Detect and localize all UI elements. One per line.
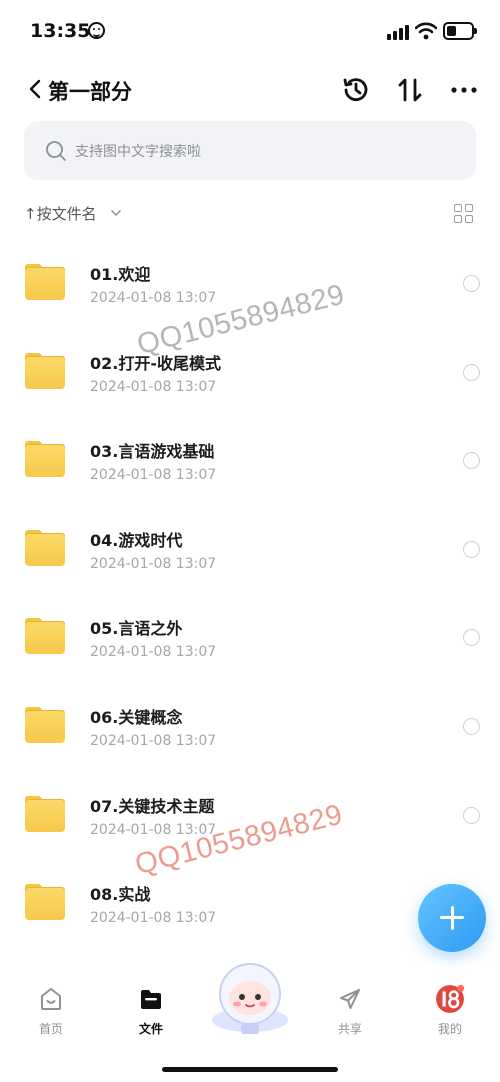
status-time: 13:35 — [30, 20, 91, 42]
sort-by-name-button[interactable]: ↑按文件名 — [24, 203, 97, 224]
folder-name: 06.关键概念 — [90, 707, 183, 727]
folder-date: 2024-01-08 13:07 — [90, 378, 217, 395]
cellular-signal-icon — [387, 24, 409, 40]
status-bar: 13:35 — [0, 0, 500, 64]
nav-files-label: 文件 — [138, 1022, 163, 1036]
nav-home-label: 首页 — [38, 1022, 63, 1036]
folder-name: 01.欢迎 — [90, 265, 151, 284]
nav-mine[interactable]: 我的 — [415, 984, 485, 1040]
chevron-down-icon[interactable] — [110, 207, 122, 219]
search-placeholder: 支持图中文字搜索啦 — [75, 144, 201, 160]
history-icon[interactable] — [340, 74, 372, 106]
folder-icon — [25, 706, 65, 743]
nav-share-label: 共享 — [337, 1022, 362, 1036]
search-input[interactable]: 支持图中文字搜索啦 — [24, 121, 476, 180]
sort-icon[interactable] — [394, 74, 426, 106]
nav-share[interactable]: 共享 — [315, 984, 385, 1040]
more-icon[interactable] — [448, 74, 480, 106]
avatar — [436, 984, 465, 1013]
select-radio[interactable] — [463, 363, 480, 381]
home-icon — [41, 988, 61, 1010]
folder-row[interactable]: 04.游戏时代 2024-01-08 13:07 — [0, 504, 500, 593]
grid-view-icon[interactable] — [454, 204, 474, 224]
folder-date: 2024-01-08 13:07 — [90, 290, 217, 306]
select-radio[interactable] — [463, 806, 480, 824]
send-icon — [340, 989, 360, 1009]
select-radio[interactable] — [463, 452, 480, 470]
folder-icon — [25, 352, 65, 389]
folder-name: 02.打开-收尾模式 — [90, 353, 221, 373]
nav-mine-label: 我的 — [437, 1022, 462, 1036]
folder-date: 2024-01-08 13:07 — [90, 467, 217, 484]
folder-name: 08.实战 — [90, 885, 151, 905]
folder-name: 07.关键技术主题 — [90, 796, 215, 816]
bottom-nav: 首页 文件 共享 我的 — [0, 960, 500, 1082]
sort-row: ↑按文件名 — [24, 202, 476, 226]
add-button[interactable] — [418, 884, 486, 952]
folder-name: 04.游戏时代 — [90, 530, 183, 550]
select-radio[interactable] — [463, 540, 480, 558]
folder-icon — [25, 529, 65, 566]
folder-icon — [25, 884, 65, 921]
search-icon — [46, 141, 66, 161]
header: 第一部分 — [0, 64, 500, 114]
select-radio[interactable] — [463, 629, 480, 647]
folder-icon — [25, 795, 65, 832]
folder-row[interactable]: 02.打开-收尾模式 2024-01-08 13:07 — [0, 327, 500, 416]
folder-name: 05.言语之外 — [90, 619, 183, 639]
smiley-icon — [88, 22, 105, 39]
folder-icon — [25, 441, 65, 478]
folder-icon — [25, 264, 65, 300]
folder-row[interactable]: 03.言语游戏基础 2024-01-08 13:07 — [0, 415, 500, 504]
folder-name: 03.言语游戏基础 — [90, 442, 215, 462]
folder-row[interactable]: 01.欢迎 2024-01-08 13:07 — [0, 238, 500, 327]
folder-icon — [141, 990, 161, 1009]
home-indicator — [162, 1067, 338, 1072]
folder-date: 2024-01-08 13:07 — [90, 555, 217, 572]
folder-row[interactable]: 05.言语之外 2024-01-08 13:07 — [0, 592, 500, 681]
folder-icon — [25, 618, 65, 655]
folder-row[interactable]: 07.关键技术主题 2024-01-08 13:07 — [0, 770, 500, 859]
wifi-icon — [415, 22, 437, 40]
select-radio[interactable] — [463, 275, 480, 292]
folder-date: 2024-01-08 13:07 — [90, 910, 217, 927]
select-radio[interactable] — [463, 717, 480, 735]
battery-icon — [443, 22, 477, 40]
folder-row[interactable]: 06.关键概念 2024-01-08 13:07 — [0, 681, 500, 770]
folder-date: 2024-01-08 13:07 — [90, 644, 217, 661]
folder-date: 2024-01-08 13:07 — [90, 821, 217, 838]
nav-home[interactable]: 首页 — [16, 984, 86, 1040]
nav-files[interactable]: 文件 — [116, 984, 186, 1040]
folder-date: 2024-01-08 13:07 — [90, 732, 217, 749]
page-title: 第一部分 — [48, 80, 132, 104]
mascot-astronaut-icon[interactable] — [205, 956, 295, 1036]
